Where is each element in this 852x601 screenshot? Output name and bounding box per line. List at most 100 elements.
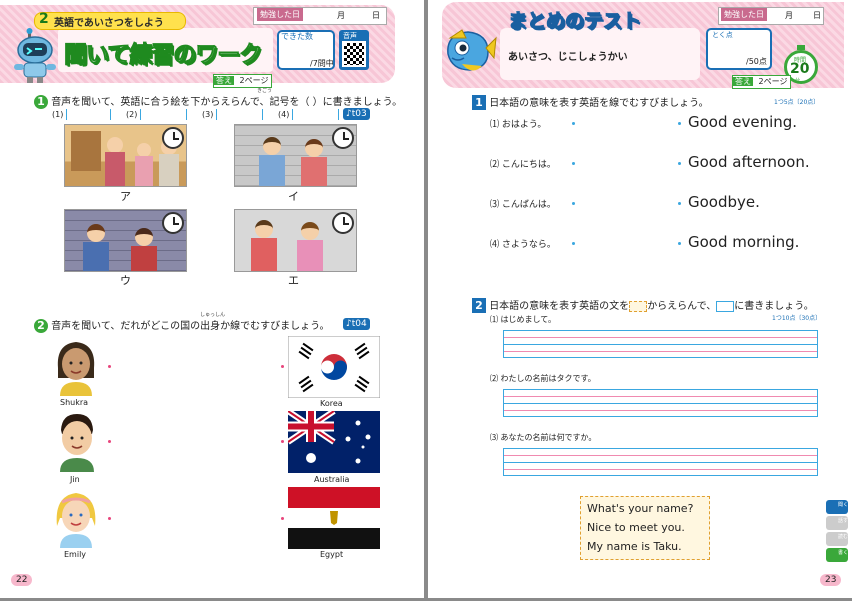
q1-heading: 1 音声を聞いて、英語に合う絵を下からえらんで、記号を（ ）に書きましょう。 [34, 93, 402, 109]
match-dot-australia[interactable] [281, 440, 284, 443]
r-q2-number: 2 [472, 298, 486, 313]
answers-tag-right[interactable]: 答え 2ページ [732, 75, 792, 89]
q1-blank-4[interactable] [292, 109, 339, 120]
q1-track-badge[interactable]: ♪t03 [343, 108, 370, 120]
r-q2-item-1: ⑴ はじめまして。 [490, 315, 557, 324]
person-woman [107, 137, 123, 153]
en-dot-1[interactable] [678, 122, 681, 125]
month-label-right: 月 [785, 11, 793, 20]
choice-box-marker [629, 300, 648, 312]
r-q2-item-3: ⑶ あなたの名前は何ですか。 [490, 433, 597, 442]
australia-flag-icon [288, 411, 380, 473]
jp-dot-1[interactable] [572, 122, 575, 125]
picture-i-label: イ [288, 190, 299, 203]
qr-code-icon [342, 41, 366, 67]
unit-number: 2 [39, 11, 49, 27]
q2-number: 2 [34, 319, 48, 333]
time-value: 20 [790, 61, 810, 77]
right-page-number: 23 [820, 574, 842, 586]
done-total: /7問中 [310, 59, 334, 68]
topic: あいさつ、じこしょうかい [508, 52, 628, 63]
q1-blank-1-label: (1) [52, 110, 64, 119]
en-item-3: Goodbye. [688, 193, 760, 211]
jp-item-2: ⑵ こんにちは。 [490, 160, 556, 170]
emily-avatar [56, 493, 96, 548]
clock-icon-e [332, 212, 354, 234]
answers-label-right: 答え [733, 77, 753, 86]
r-q1-points: 1つ5点〔20点〕 [774, 99, 820, 106]
q1-track: t03 [351, 109, 367, 119]
jp-dot-2[interactable] [572, 162, 575, 165]
time-unit: 分 [795, 78, 801, 84]
r-q2-text-a: 日本語の意味を表す英語の文を [489, 301, 630, 312]
r-q2-points: 1つ10点〔30点〕 [772, 315, 822, 322]
match-dot-emily[interactable] [108, 517, 111, 520]
en-dot-4[interactable] [678, 242, 681, 245]
match-dot-shukra[interactable] [108, 365, 111, 368]
q2-track-badge[interactable]: ♪t04 [343, 318, 370, 330]
jp-item-3: ⑶ こんばんは。 [490, 200, 556, 210]
country-name-korea: Korea [320, 399, 343, 408]
study-date-label: 勉強した日 [257, 8, 303, 21]
q1-number: 1 [34, 95, 48, 109]
r-q2-heading: 2 日本語の意味を表す英語の文を からえらんで、 に書きましょう。 [472, 297, 814, 313]
person-girl-2 [305, 139, 323, 157]
score-total: /50点 [746, 57, 767, 66]
side-tab-write-label: 書く [838, 550, 849, 556]
en-dot-3[interactable] [678, 202, 681, 205]
person-boy-3 [255, 220, 273, 238]
korea-flag-icon [288, 336, 380, 398]
person-boy-2 [135, 228, 153, 246]
clock-icon-i [332, 127, 354, 149]
write-lines-2[interactable] [503, 389, 818, 417]
match-dot-egypt[interactable] [281, 517, 284, 520]
q1-text: 音声を聞いて、英語に合う絵を下からえらんで、記号を（ ）に書きましょう。 [51, 97, 403, 108]
choice-3: My name is Taku. [587, 540, 682, 553]
en-item-2: Good afternoon. [688, 153, 810, 171]
person-girl-3 [87, 224, 105, 242]
left-page: 2 英語であいさつをしよう 勉強した日 月 日 聞いて練習のワーク できた数 /… [0, 0, 424, 598]
match-dot-jin[interactable] [108, 440, 111, 443]
clock-icon-u [162, 212, 184, 234]
country-name-australia: Australia [314, 475, 350, 484]
egypt-flag-icon [288, 487, 380, 549]
answers-tag[interactable]: 答え 2ページ [213, 74, 273, 88]
jp-dot-3[interactable] [572, 202, 575, 205]
r-q2-text-c: に書きましょう。 [734, 301, 814, 312]
person-woman-body [105, 152, 125, 186]
person-girl [137, 143, 151, 157]
jp-item-4: ⑷ さようなら。 [490, 240, 556, 250]
r-q1-number: 1 [472, 95, 486, 110]
unit-title: 英語であいさつをしよう [54, 18, 164, 29]
jp-dot-4[interactable] [572, 242, 575, 245]
stopwatch-knob-icon [797, 45, 805, 50]
write-lines-3[interactable] [503, 448, 818, 476]
jp-item-1: ⑴ おはよう。 [490, 120, 547, 130]
person-boy [263, 137, 281, 155]
score-label: とく点 [712, 31, 733, 39]
r-q2-item-2: ⑵ わたしの名前はタクです。 [490, 374, 596, 383]
r-q1-heading: 1 日本語の意味を表す英語を線でむすびましょう。 [472, 94, 709, 110]
answers-page-right: 2ページ [758, 77, 788, 86]
q1-blank-3[interactable] [216, 109, 263, 120]
test-title: まとめのテスト [507, 10, 642, 33]
en-item-1: Good evening. [688, 113, 798, 131]
q2-ruby: しゅっしん [200, 312, 226, 318]
match-dot-korea[interactable] [281, 365, 284, 368]
person-boy-2-body [131, 246, 157, 271]
q2-track: t04 [351, 319, 367, 329]
q1-blank-2[interactable] [140, 109, 187, 120]
choice-1: What's your name? [587, 502, 694, 515]
write-lines-1[interactable] [503, 330, 818, 358]
q2-heading: 2 音声を聞いて、だれがどこの国の出身か線でむすびましょう。 [34, 317, 330, 333]
study-date-label-right: 勉強した日 [721, 8, 767, 21]
en-dot-2[interactable] [678, 162, 681, 165]
person-name-jin: Jin [70, 475, 80, 484]
q1-blank-1[interactable] [66, 109, 111, 120]
fish-mascot-icon [447, 29, 497, 71]
person-boy-3-body [251, 238, 277, 271]
page-title: 聞いて練習のワーク [63, 42, 262, 69]
month-label: 月 [337, 11, 345, 20]
robot-mascot-icon [14, 28, 56, 83]
right-page: まとめのテスト 勉強した日 月 日 あいさつ、じこしょうかい とく点 /50点 … [428, 0, 852, 598]
